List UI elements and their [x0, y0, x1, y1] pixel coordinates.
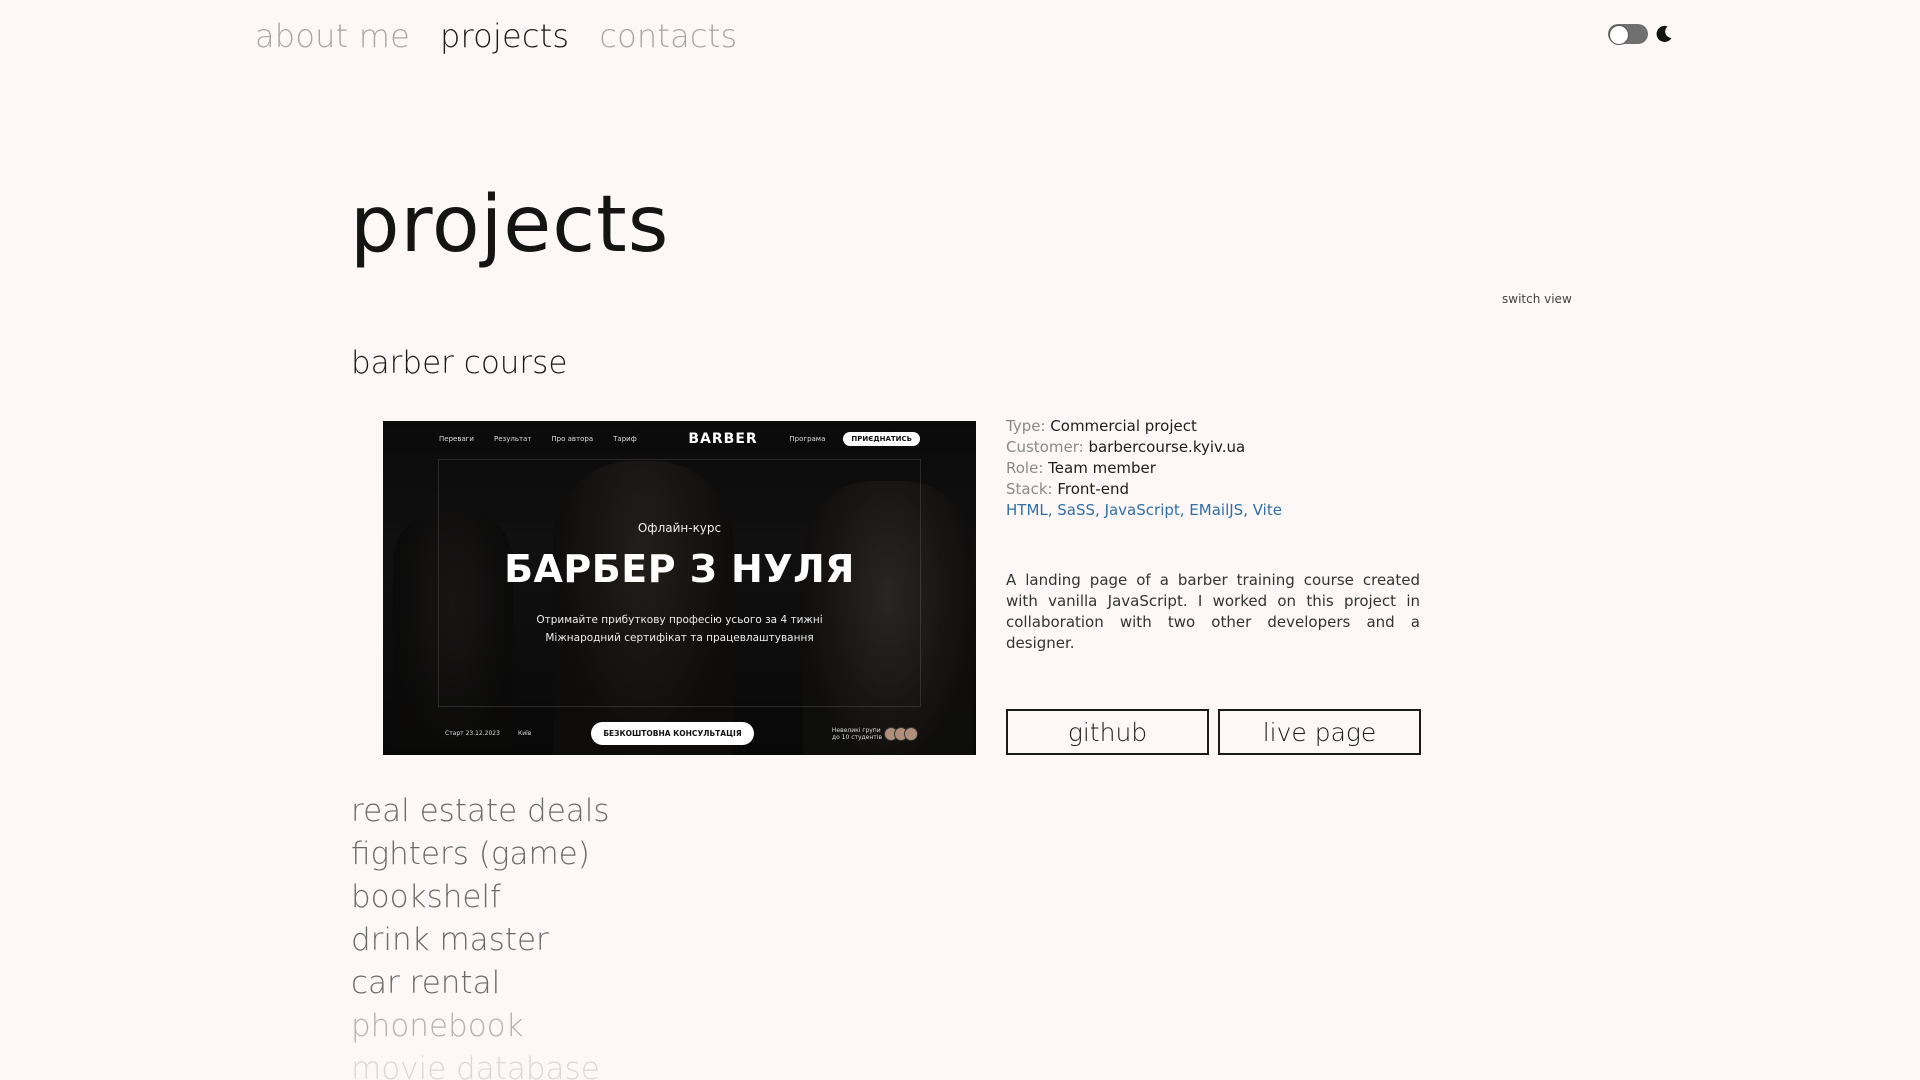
- preview-desc-line: Отримайте прибуткову професію усього за …: [536, 614, 823, 626]
- preview-nav: Переваги Результат Про автора Тариф BARB…: [439, 431, 920, 447]
- preview-group-line: до 10 студентів: [831, 733, 882, 741]
- detail-stack: Stack: Front-end: [1006, 480, 1129, 498]
- preview-avatars: [884, 726, 918, 741]
- live-page-button[interactable]: live page: [1218, 709, 1421, 755]
- page: about me projects contacts projects swit…: [0, 0, 1920, 1080]
- preview-nav-program: Програма: [789, 435, 826, 443]
- nav-about-me[interactable]: about me: [255, 14, 410, 58]
- preview-subtitle: Офлайн-курс: [637, 521, 722, 535]
- project-preview-image: Переваги Результат Про автора Тариф BARB…: [383, 421, 976, 755]
- preview-nav-item: Про автора: [551, 435, 594, 443]
- theme-toggle[interactable]: [1608, 24, 1648, 45]
- preview-cta-button: БЕЗКОШТОВНА КОНСУЛЬТАЦІЯ: [591, 722, 754, 745]
- detail-role: Role: Team member: [1006, 459, 1156, 477]
- theme-switcher: [1608, 24, 1674, 45]
- preview-description: Отримайте прибуткову професію усього за …: [383, 611, 976, 647]
- preview-bottom-bar: Старт 23.12.2023 Київ БЕЗКОШТОВНА КОНСУЛ…: [445, 722, 918, 745]
- preview-nav-item: Результат: [493, 435, 532, 443]
- nav-contacts[interactable]: contacts: [599, 14, 737, 58]
- projects-list: real estate deals fighters (game) booksh…: [351, 790, 610, 1080]
- preview-headline: БАРБЕР З НУЛЯ: [504, 547, 855, 591]
- preview-group-line: Невеликі групи: [831, 726, 881, 734]
- project-list-item[interactable]: car rental: [351, 962, 610, 1005]
- preview-city: Київ: [517, 730, 532, 737]
- page-title: projects: [350, 180, 670, 270]
- project-details: Type: Commercial project Customer: barbe…: [1006, 416, 1282, 521]
- moon-icon: [1656, 25, 1672, 42]
- main-nav: about me projects contacts: [255, 14, 737, 58]
- github-button[interactable]: github: [1006, 709, 1209, 755]
- preview-join-button: ПРИЄДНАТИСЬ: [843, 432, 920, 446]
- project-description: A landing page of a barber training cour…: [1006, 571, 1420, 652]
- tech-stack-list: HTML, SaSS, JavaScript, EMailJS, Vite: [1006, 501, 1282, 519]
- project-list-item[interactable]: movie database: [351, 1048, 610, 1080]
- preview-nav-item: Тариф: [613, 435, 637, 443]
- preview-desc-line: Міжнародний сертифікат та працевлаштуван…: [545, 632, 814, 644]
- avatar: [904, 726, 918, 741]
- project-title[interactable]: barber course: [351, 345, 567, 381]
- project-list-item[interactable]: real estate deals: [351, 790, 610, 833]
- project-list-item[interactable]: fighters (game): [351, 833, 610, 876]
- preview-nav-item: Переваги: [439, 435, 474, 443]
- switch-view-button[interactable]: switch view: [1502, 292, 1572, 306]
- nav-projects[interactable]: projects: [440, 14, 569, 58]
- preview-logo: BARBER: [688, 431, 758, 447]
- detail-type: Type: Commercial project: [1006, 417, 1197, 435]
- detail-customer: Customer: barbercourse.kyiv.ua: [1006, 438, 1246, 456]
- project-list-item[interactable]: phonebook: [351, 1005, 610, 1048]
- preview-group-info: Невеликі групи до 10 студентів: [832, 727, 882, 741]
- project-list-item[interactable]: bookshelf: [351, 876, 610, 919]
- project-list-item[interactable]: drink master: [351, 919, 610, 962]
- preview-start-date: Старт 23.12.2023: [445, 730, 500, 737]
